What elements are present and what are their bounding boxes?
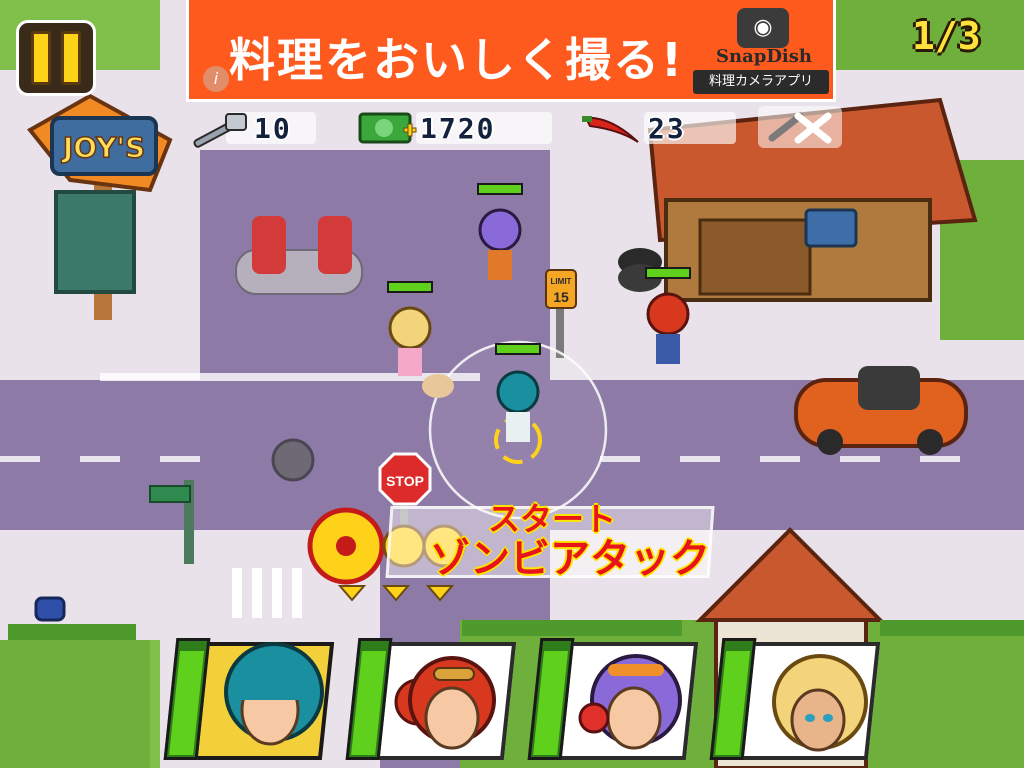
start-zombie-attack-button[interactable]: スタート ゾンビアタック	[312, 500, 722, 602]
character-portrait	[394, 656, 496, 750]
camera-icon: ◉	[737, 8, 789, 48]
character-card-teal-hair[interactable]	[158, 622, 336, 762]
speed-limit-label: LIMIT	[551, 277, 572, 286]
attack-banner-label: ゾンビアタック	[430, 536, 710, 582]
character-portrait	[224, 642, 324, 746]
money-resource: 1720	[356, 108, 495, 148]
character-card-purple-headphones[interactable]	[522, 622, 700, 762]
tools-count: 10	[254, 111, 292, 145]
speed-limit-value: 15	[553, 289, 569, 305]
chili-resource: 23	[580, 108, 686, 148]
ad-info-icon[interactable]: i	[203, 66, 229, 92]
chili-count: 23	[648, 111, 686, 145]
money-count: 1720	[420, 111, 496, 145]
stop-sign-text: STOP	[386, 473, 424, 489]
tools-resource: 10	[186, 108, 292, 148]
ad-brand: SnapDish	[715, 46, 812, 67]
hammer-icon	[193, 113, 247, 148]
zombie-cash-icon	[358, 112, 417, 144]
ad-title: 料理をおいしく撮る!	[229, 33, 684, 87]
ad-banner[interactable]: 料理をおいしく撮る! i ◉ SnapDish 料理カメラアプリ	[186, 0, 836, 102]
character-portrait	[772, 654, 868, 752]
store-sign-text: JOY'S	[61, 131, 145, 164]
pause-icon	[31, 31, 51, 85]
build-tools-button[interactable]	[758, 106, 842, 148]
character-card-blonde[interactable]	[704, 622, 882, 762]
resource-bar: 10 1720 23	[186, 108, 846, 148]
wave-counter: 1/3	[912, 14, 981, 58]
pause-button[interactable]	[16, 20, 96, 96]
character-portrait	[578, 654, 682, 750]
parked-car	[794, 366, 968, 455]
character-card-red-pigtails[interactable]	[340, 622, 518, 762]
ad-subtitle: 料理カメラアプリ	[693, 70, 829, 94]
chili-pepper-icon	[582, 116, 639, 143]
hammer-wrench-icon	[768, 112, 832, 144]
